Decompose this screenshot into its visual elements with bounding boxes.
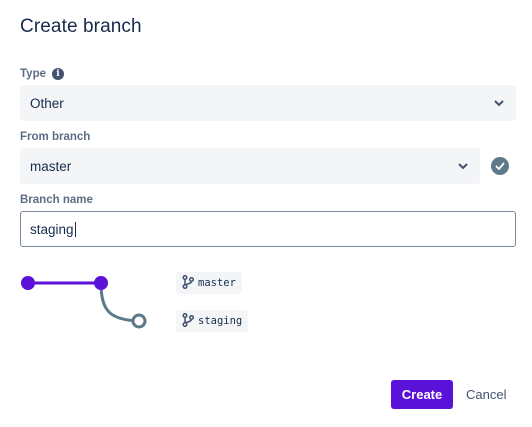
master-head-node	[94, 276, 108, 290]
branch-name-input[interactable]: staging	[20, 211, 516, 247]
staging-branch-chip: staging	[176, 310, 249, 332]
type-select[interactable]: Other	[20, 85, 516, 121]
info-icon[interactable]: i	[52, 68, 64, 80]
check-circle-icon	[491, 157, 509, 175]
from-branch-label: From branch	[20, 131, 90, 143]
staging-branch-chip-label: staging	[198, 315, 243, 327]
chevron-down-icon	[456, 159, 470, 173]
from-branch-select-value: master	[30, 158, 72, 174]
branch-name-input-value: staging	[30, 221, 74, 237]
dialog-title: Create branch	[20, 16, 142, 37]
text-caret	[74, 221, 76, 237]
create-button[interactable]: Create	[391, 380, 453, 409]
type-label: Type i	[20, 68, 64, 80]
master-branch-chip-label: master	[198, 277, 236, 289]
chevron-down-icon	[492, 96, 506, 110]
git-branch-icon	[182, 312, 195, 330]
git-branch-icon	[182, 274, 195, 292]
type-select-value: Other	[30, 95, 64, 111]
staging-branch-line	[99, 282, 140, 323]
branch-name-label: Branch name	[20, 194, 93, 206]
master-branch-chip: master	[176, 272, 242, 294]
branch-diagram	[21, 276, 147, 329]
from-branch-label-text: From branch	[20, 131, 91, 143]
staging-node	[131, 313, 147, 329]
branch-name-label-text: Branch name	[20, 194, 93, 206]
from-branch-select[interactable]: master	[20, 148, 480, 184]
type-label-text: Type	[20, 68, 46, 80]
master-start-node	[21, 276, 35, 290]
cancel-button[interactable]: Cancel	[460, 380, 512, 409]
